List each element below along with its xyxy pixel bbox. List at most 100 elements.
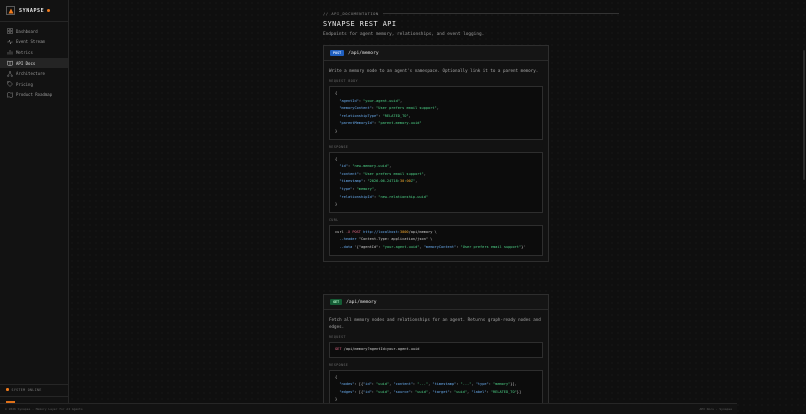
map-icon: [7, 92, 13, 98]
method-badge: GET: [330, 298, 343, 306]
code-token: '{"agentId":: [354, 244, 383, 249]
code-token: ,: [373, 186, 377, 191]
endpoint-body: Write a memory node to an agent's namesp…: [324, 61, 548, 261]
code-token: "your-agent-uuid": [382, 244, 420, 249]
code-token: "nodes": [335, 382, 355, 387]
code-line: "edges": [{"id": "uuid", "source": "uuid…: [335, 389, 537, 397]
code-line: curl -X POST http://localhost:3000/api/m…: [335, 229, 537, 237]
code-block[interactable]: { "id": "new-memory-uuid", "content": "U…: [329, 151, 543, 213]
sidebar-item-architecture[interactable]: Architecture: [0, 68, 68, 79]
endpoint-path: /api/memory: [348, 50, 379, 56]
code-line: {: [335, 90, 537, 98]
code-token: }': [521, 244, 526, 249]
code-token: "id": [363, 382, 372, 387]
code-token: 3000: [399, 229, 409, 234]
code-line: {: [335, 156, 537, 164]
code-token: "memoryContent": [423, 244, 457, 249]
code-line: --header "Content-Type: application/json…: [335, 236, 537, 244]
code-token: "...": [460, 382, 472, 387]
tag-icon: [7, 81, 13, 88]
code-token: "uuid": [415, 389, 429, 394]
code-token: --header: [335, 237, 359, 242]
code-block[interactable]: curl -X POST http://localhost:3000/api/m…: [329, 224, 543, 256]
scrollbar[interactable]: [803, 50, 805, 180]
sidebar-item-pricing[interactable]: Pricing: [0, 79, 68, 90]
sidebar-item-api-docs[interactable]: API Docs: [0, 57, 68, 69]
status-dot-icon: [6, 388, 9, 391]
code-token: "uuid": [376, 382, 390, 387]
code-token: "target": [432, 389, 450, 394]
code-token: "memoryContent": [335, 106, 372, 111]
section-label: CURL: [329, 217, 339, 222]
brand-accent-dot: [47, 9, 51, 12]
code-token: "parent-memory-uuid": [378, 121, 422, 126]
endpoint-description: Write a memory node to an agent's namesp…: [329, 68, 539, 73]
brand[interactable]: SYNAPSE: [0, 0, 68, 22]
code-line: }: [335, 201, 537, 209]
endpoint-card-get: GET/api/memory Fetch all memory nodes and…: [323, 294, 549, 414]
code-line: GET /api/memory?agentId=your-agent-uuid: [335, 346, 537, 354]
code-token: ,: [399, 98, 403, 103]
docs-content: // API_DOCUMENTATION SYNAPSE REST API En…: [323, 11, 619, 414]
code-token: }],: [510, 382, 517, 387]
code-token: /api/memory \: [408, 229, 437, 234]
sidebar-item-dashboard[interactable]: Dashboard: [0, 26, 68, 37]
code-token: "id": [335, 164, 348, 169]
grid-icon: [7, 28, 13, 35]
code-token: ,: [408, 113, 411, 118]
section-label: REQUEST BODY: [329, 79, 359, 83]
sidebar-item-metrics[interactable]: Metrics: [0, 47, 68, 58]
code-line: }: [335, 128, 537, 136]
code-token: ,: [415, 179, 418, 184]
code-token: "uuid": [454, 389, 468, 394]
code-token: "memory": [356, 186, 374, 191]
sidebar-item-label: Event Stream: [16, 39, 45, 45]
endpoint-body: Fetch all memory nodes and relationships…: [324, 310, 548, 413]
code-token: "User prefers email support": [376, 106, 437, 111]
code-token: "label": [471, 389, 487, 394]
code-token: "User prefers email support": [363, 171, 424, 176]
code-token: {: [335, 91, 338, 95]
sidebar-item-label: Dashboard: [16, 28, 38, 34]
code-line: {: [335, 374, 537, 382]
system-status-label: SYSTEM ONLINE: [11, 387, 42, 392]
code-token: "source": [393, 389, 411, 394]
footer-right-text: API Docs · Synapse: [699, 407, 732, 411]
endpoint-header[interactable]: GET/api/memory: [324, 295, 548, 310]
code-token: "RELATED_TO": [382, 113, 409, 118]
code-line: "memoryContent": "User prefers email sup…: [335, 105, 537, 113]
code-token: "RELATED_TO": [490, 389, 517, 394]
app-window: SYNAPSE Dashboard Event Stream Metrics API …: [0, 0, 806, 414]
sidebar-item-label: Architecture: [16, 71, 45, 77]
code-line: "id": "new-memory-uuid",: [335, 163, 537, 171]
sidebar-item-product-roadmap[interactable]: Product Roadmap: [0, 90, 68, 101]
code-token: "2026-06-24T18:: [367, 179, 400, 184]
code-token: "new-memory-uuid": [352, 164, 390, 169]
book-icon: [7, 60, 13, 66]
code-token: {: [335, 374, 338, 379]
main-content[interactable]: // API_DOCUMENTATION SYNAPSE REST API En…: [69, 0, 806, 414]
code-line: "relationshipType": "RELATED_TO",: [335, 113, 537, 121]
code-token: "relationshipId": [335, 194, 374, 199]
code-line: "timestamp": "2026-06-24T18:30:00Z",: [335, 178, 537, 186]
section-label: REQUEST: [329, 335, 346, 339]
bar-chart-icon: [7, 49, 13, 55]
breadcrumb-label: // API_DOCUMENTATION: [323, 11, 379, 16]
code-token: "content": [335, 171, 359, 176]
code-token: "content": [393, 382, 413, 387]
brand-name: SYNAPSE: [19, 7, 45, 14]
page-subtitle: Endpoints for agent memory, relationship…: [323, 32, 485, 37]
network-icon: [7, 70, 13, 77]
sidebar-item-label: API Docs: [16, 60, 36, 66]
code-token: }: [335, 202, 338, 207]
code-token: "agentId": [335, 98, 359, 103]
code-block[interactable]: GET /api/memory?agentId=your-agent-uuid: [329, 342, 543, 358]
code-token: "your-agent-uuid": [363, 98, 400, 103]
sidebar-item-event-stream[interactable]: Event Stream: [0, 37, 68, 48]
endpoint-header[interactable]: POST/api/memory: [324, 46, 548, 61]
code-token: ,: [436, 106, 439, 111]
code-line: "type": "memory",: [335, 186, 537, 194]
code-block[interactable]: { "agentId": "your-agent-uuid", "memoryC…: [329, 86, 543, 140]
endpoint-description: Fetch all memory nodes and relationships…: [329, 317, 541, 329]
footer-bar: © 2026 Synapse · Memory Layer for AI Age…: [0, 403, 737, 414]
